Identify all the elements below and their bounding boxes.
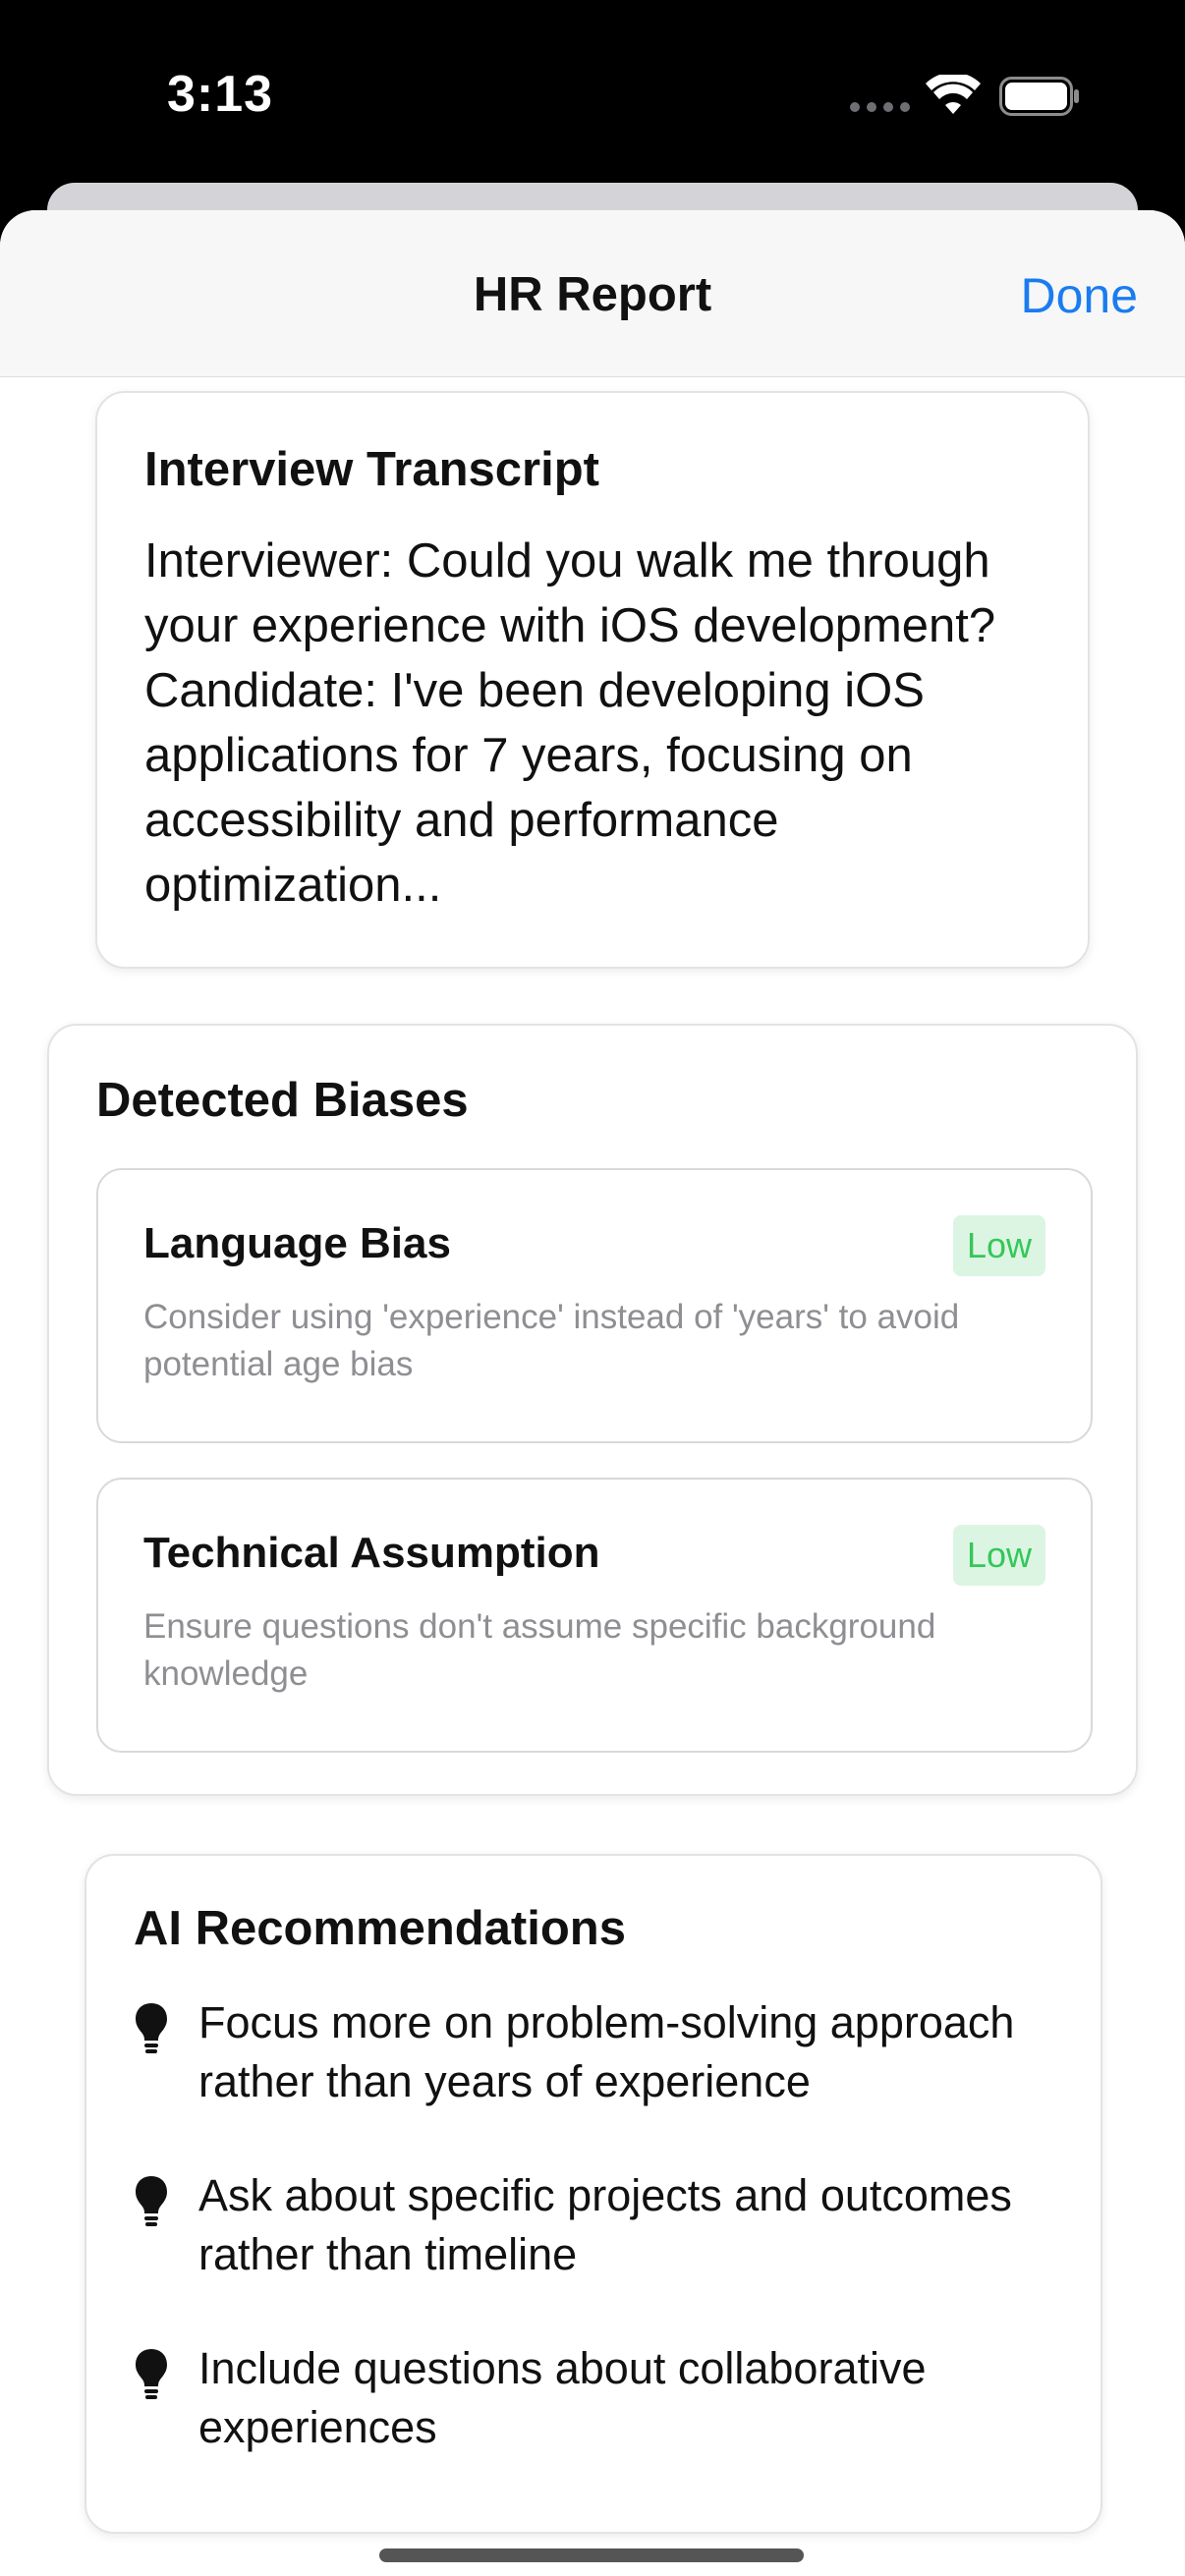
recommendation-text: Focus more on problem-solving approach r… <box>198 1997 1015 2106</box>
bias-title: Language Bias <box>143 1219 451 1267</box>
recommendation-text: Ask about specific projects and outcomes… <box>198 2170 1012 2279</box>
status-bar: 3:13 <box>0 0 1185 187</box>
screen: 3:13 HR Report Done Interview Transcript… <box>0 0 1185 2576</box>
bias-title: Technical Assumption <box>143 1529 600 1577</box>
recommendation-item: Focus more on problem-solving approach r… <box>134 1993 1053 2111</box>
detected-biases-card: Detected Biases Language Bias Low Consid… <box>47 1024 1138 1796</box>
lightbulb-icon <box>136 2003 167 2053</box>
bias-item-language-bias: Language Bias Low Consider using 'experi… <box>96 1168 1093 1443</box>
navigation-bar: HR Report Done <box>0 210 1185 377</box>
recommendation-item: Ask about specific projects and outcomes… <box>134 2166 1053 2284</box>
lightbulb-icon <box>136 2349 167 2399</box>
bias-item-technical-assumption: Technical Assumption Low Ensure question… <box>96 1478 1093 1753</box>
recommendations-title: AI Recommendations <box>134 1902 626 1955</box>
lightbulb-icon <box>136 2176 167 2226</box>
done-button[interactable]: Done <box>1020 267 1138 324</box>
recommendation-item: Include questions about collaborative ex… <box>134 2339 1053 2457</box>
wifi-icon <box>926 75 981 114</box>
home-indicator[interactable] <box>379 2548 804 2562</box>
page-title: HR Report <box>473 268 712 321</box>
bias-description: Ensure questions don't assume specific b… <box>143 1607 936 1693</box>
biases-title: Detected Biases <box>96 1074 469 1127</box>
transcript-title: Interview Transcript <box>144 443 599 496</box>
cellular-signal-icon <box>850 102 910 112</box>
transcript-card: Interview Transcript Interviewer: Could … <box>95 391 1090 969</box>
severity-badge: Low <box>952 1215 1045 1276</box>
report-content[interactable]: Interview Transcript Interviewer: Could … <box>0 377 1185 2576</box>
ai-recommendations-card: AI Recommendations Focus more on problem… <box>85 1854 1102 2534</box>
recommendations-list: Focus more on problem-solving approach r… <box>134 1993 1053 2457</box>
status-time: 3:13 <box>167 66 274 123</box>
bias-description: Consider using 'experience' instead of '… <box>143 1298 960 1383</box>
transcript-text: Interviewer: Could you walk me through y… <box>144 534 996 912</box>
severity-badge: Low <box>952 1525 1045 1586</box>
hr-report-sheet: HR Report Done Interview Transcript Inte… <box>0 210 1185 2576</box>
recommendation-text: Include questions about collaborative ex… <box>198 2343 927 2452</box>
battery-icon <box>999 77 1079 116</box>
